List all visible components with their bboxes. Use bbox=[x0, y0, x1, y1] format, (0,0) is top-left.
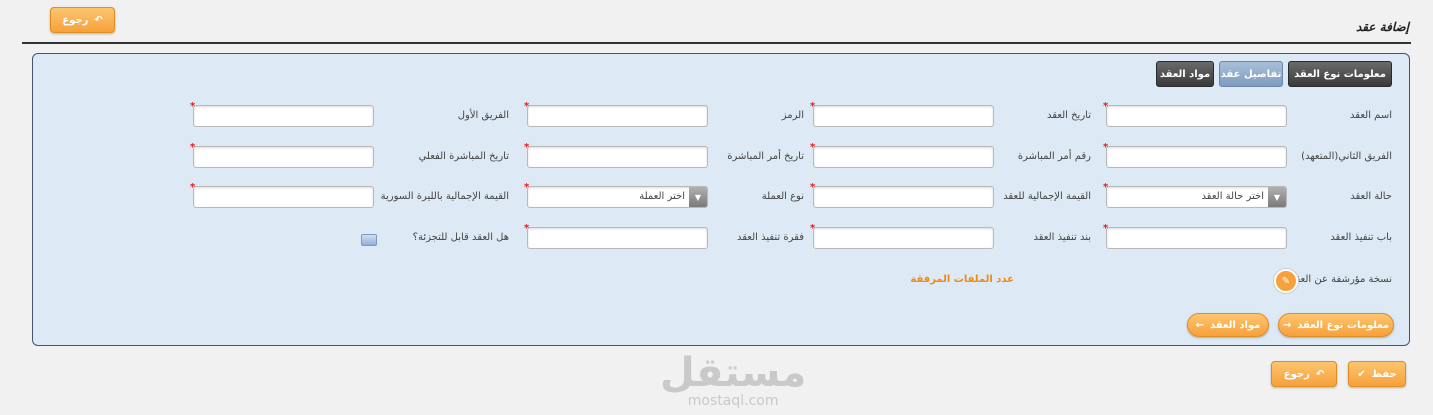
start-order-number-label: رقم أمر المباشرة bbox=[1017, 151, 1091, 162]
back-label: رجوع bbox=[62, 14, 89, 26]
code-field[interactable] bbox=[524, 101, 708, 127]
contract-status-select[interactable]: اختر حالة العقد ▼ bbox=[1103, 182, 1287, 208]
second-party-field[interactable] bbox=[1103, 142, 1287, 168]
total-value-field[interactable] bbox=[810, 182, 994, 208]
save-button[interactable]: ✔ حفظ bbox=[1348, 361, 1406, 387]
tab-label: تفاصيل عقد bbox=[1220, 68, 1282, 80]
back-arrow-icon: ↶ bbox=[94, 14, 103, 26]
watermark-url: mostaql.com bbox=[687, 393, 779, 409]
execution-paragraph-label: فقرة تنفيذ العقد bbox=[736, 232, 804, 243]
execution-item-field[interactable] bbox=[810, 223, 994, 249]
second-party-label: الفريق الثاني(المتعهد) bbox=[1301, 151, 1392, 162]
tab-contract-items[interactable]: مواد العقد bbox=[1156, 61, 1214, 87]
button-label: رجوع bbox=[1283, 368, 1310, 380]
archived-copy-label: نسخة مؤرشفة عن العقد bbox=[1290, 274, 1392, 285]
currency-selected: اختر العملة bbox=[639, 191, 685, 202]
contract-form-panel: معلومات نوع العقد تفاصيل عقد مواد العقد … bbox=[32, 53, 1410, 346]
total-value-syp-field[interactable] bbox=[190, 182, 374, 208]
bottom-back-button[interactable]: رجوع ↶ bbox=[1271, 361, 1337, 387]
code-label: الرمز bbox=[781, 110, 804, 121]
actual-start-date-label: تاريخ المباشرة الفعلي bbox=[418, 151, 509, 162]
execution-chapter-field[interactable] bbox=[1103, 223, 1287, 249]
total-value-label: القيمة الإجمالية للعقد bbox=[1003, 191, 1091, 202]
tab-label: معلومات نوع العقد bbox=[1294, 68, 1386, 80]
contract-status-label: حالة العقد bbox=[1350, 191, 1392, 202]
watermark: مستقل mostaql.com bbox=[660, 352, 806, 408]
contract-name-field[interactable] bbox=[1103, 101, 1287, 127]
total-value-syp-label: القيمة الإجمالية بالليرة السورية bbox=[380, 191, 509, 202]
watermark-logo-text: مستقل bbox=[660, 350, 807, 396]
currency-select[interactable]: اختر العملة ▼ bbox=[524, 182, 708, 208]
divisible-label: هل العقد قابل للتجزئة؟ bbox=[412, 232, 509, 243]
chevron-down-icon: ▼ bbox=[689, 187, 707, 207]
title-divider bbox=[22, 42, 1411, 44]
arrow-left-icon: ← bbox=[1195, 319, 1205, 331]
first-party-label: الفريق الأول bbox=[457, 110, 509, 121]
button-label: مواد العقد bbox=[1210, 319, 1261, 331]
start-order-date-field[interactable] bbox=[524, 142, 708, 168]
top-back-button[interactable]: رجوع ↶ bbox=[50, 7, 115, 33]
execution-chapter-label: باب تنفيذ العقد bbox=[1330, 232, 1392, 243]
tab-contract-type-info[interactable]: معلومات نوع العقد bbox=[1288, 61, 1392, 87]
upload-icon[interactable]: ✎ bbox=[1274, 269, 1298, 293]
contract-date-label: تاريخ العقد bbox=[1046, 110, 1091, 121]
button-label: حفظ bbox=[1371, 368, 1397, 380]
arrow-right-icon: → bbox=[1282, 319, 1292, 331]
execution-item-label: بند تنفيذ العقد bbox=[1033, 232, 1092, 243]
start-order-number-field[interactable] bbox=[810, 142, 994, 168]
button-label: معلومات نوع العقد bbox=[1297, 319, 1390, 331]
next-contract-type-info-button[interactable]: → معلومات نوع العقد bbox=[1278, 313, 1394, 337]
page-title: إضافة عقد bbox=[1355, 20, 1409, 34]
first-party-field[interactable] bbox=[190, 101, 374, 127]
tab-contract-details[interactable]: تفاصيل عقد bbox=[1219, 61, 1283, 87]
currency-type-label: نوع العملة bbox=[761, 191, 804, 202]
actual-start-date-field[interactable] bbox=[190, 142, 374, 168]
contract-name-label: اسم العقد bbox=[1350, 110, 1392, 121]
execution-paragraph-field[interactable] bbox=[524, 223, 708, 249]
chevron-down-icon: ▼ bbox=[1268, 187, 1286, 207]
attached-files-link[interactable]: عدد الملفات المرفقة bbox=[910, 274, 1014, 285]
divisible-checkbox[interactable] bbox=[361, 234, 377, 246]
tab-label: مواد العقد bbox=[1159, 68, 1211, 80]
check-icon: ✔ bbox=[1357, 368, 1366, 380]
contract-date-field[interactable] bbox=[810, 101, 994, 127]
start-order-date-label: تاريخ أمر المباشرة bbox=[727, 151, 804, 162]
back-arrow-icon: ↶ bbox=[1315, 368, 1325, 380]
prev-contract-items-button[interactable]: ← مواد العقد bbox=[1187, 313, 1269, 337]
contract-status-selected: اختر حالة العقد bbox=[1201, 191, 1264, 202]
